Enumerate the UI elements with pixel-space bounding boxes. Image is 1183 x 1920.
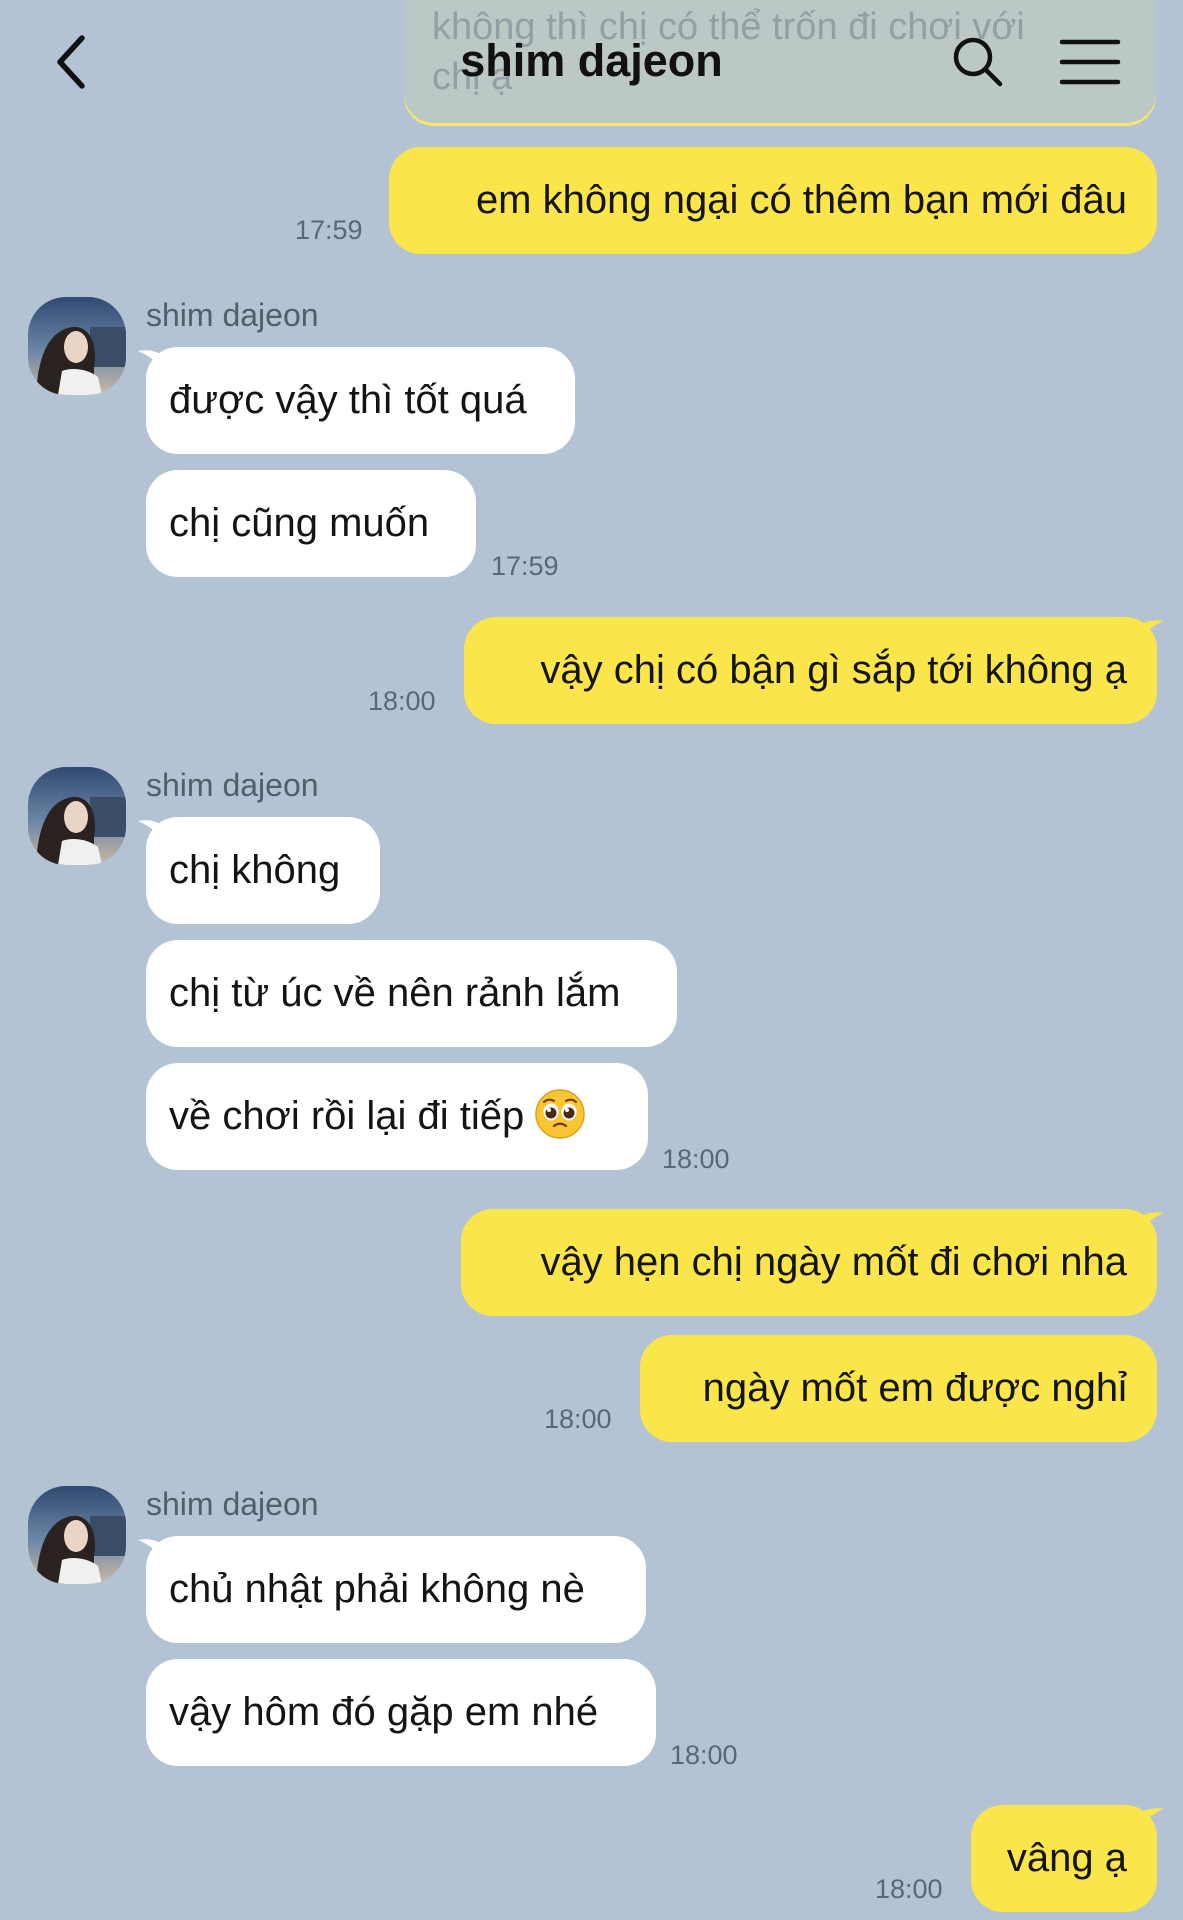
avatar[interactable] [28,297,126,395]
bubble-tail [1138,620,1164,641]
bubble-tail [138,1539,164,1560]
bubble-tail [1138,1212,1164,1233]
message-text: chủ nhật phải không nè [169,1567,585,1611]
message-text: chị từ úc về nên rảnh lắm [169,971,621,1015]
their-message-bubble[interactable]: chủ nhật phải không nè [146,1536,646,1643]
avatar[interactable] [28,1486,126,1584]
my-message-bubble[interactable]: vậy hẹn chị ngày mốt đi chơi nha [461,1209,1157,1316]
pleading-face-emoji-icon [535,1089,586,1140]
hamburger-menu-icon [1059,39,1121,85]
message-text: em không ngại có thêm bạn mới đâu [475,178,1127,222]
profile-photo [28,297,126,395]
sender-name: shim dajeon [146,297,319,333]
bubble-tail [1138,1808,1164,1829]
avatar[interactable] [28,767,126,865]
message-time: 18:00 [670,1740,738,1770]
message-text: vậy hẹn chị ngày mốt đi chơi nha [540,1240,1127,1284]
my-message-bubble[interactable]: ngày mốt em được nghỉ [640,1335,1157,1442]
their-message-bubble[interactable]: được vậy thì tốt quá [146,347,575,454]
their-message-bubble[interactable]: chị không [146,817,380,924]
message-time: 18:00 [368,686,436,716]
message-text: chị cũng muốn [169,501,430,545]
sender-name: shim dajeon [146,1486,319,1522]
message-text: vậy hôm đó gặp em nhé [169,1690,599,1734]
message-time: 18:00 [662,1144,730,1174]
my-message-bubble[interactable]: vậy chị có bận gì sắp tới không ạ [464,617,1157,724]
profile-photo [28,767,126,865]
message-text: về chơi rồi lại đi tiếp [169,1094,525,1138]
message-time: 17:59 [491,551,559,581]
menu-button[interactable] [1058,34,1122,90]
message-time: 17:59 [295,215,363,245]
their-message-bubble[interactable]: vậy hôm đó gặp em nhé [146,1659,656,1766]
profile-photo [28,1486,126,1584]
search-button[interactable] [948,32,1008,92]
their-message-bubble[interactable]: chị từ úc về nên rảnh lắm [146,940,677,1047]
chat-header: shim dajeon [0,0,1183,120]
message-text: được vậy thì tốt quá [169,378,527,422]
search-icon [953,37,1003,87]
their-message-bubble[interactable]: chị cũng muốn [146,470,476,577]
message-time: 18:00 [544,1404,612,1434]
bubble-tail [138,350,164,371]
message-text: vậy chị có bận gì sắp tới không ạ [540,648,1127,692]
message-text: vâng ạ [1006,1836,1127,1880]
bubble-tail [138,820,164,841]
their-message-bubble[interactable]: về chơi rồi lại đi tiếp [146,1063,648,1170]
sender-name: shim dajeon [146,767,319,803]
message-time: 18:00 [875,1874,943,1904]
my-message-bubble[interactable]: em không ngại có thêm bạn mới đâu [389,147,1157,254]
message-text: ngày mốt em được nghỉ [702,1366,1127,1410]
message-text: chị không [169,848,341,892]
my-message-bubble[interactable]: vâng ạ [971,1805,1157,1912]
